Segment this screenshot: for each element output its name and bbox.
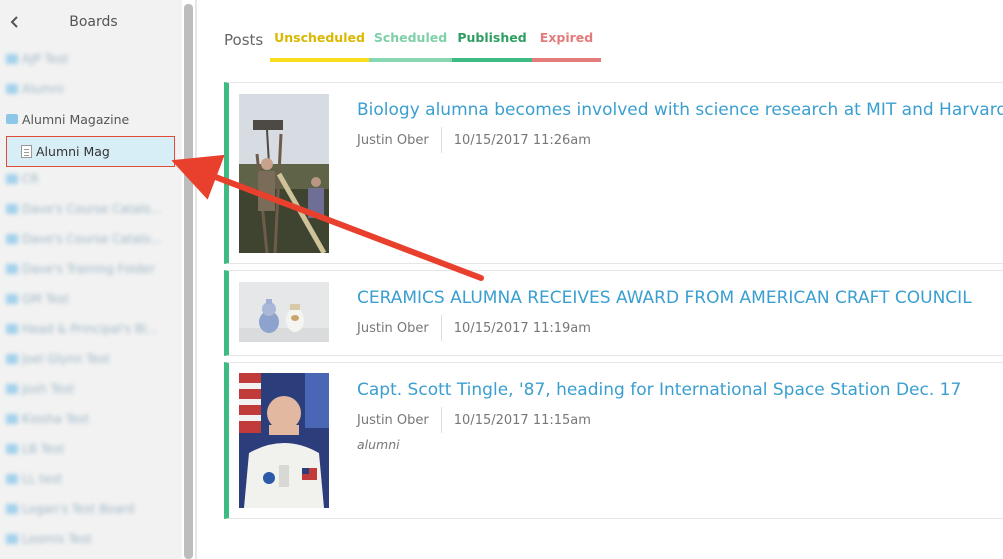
tab-underline: [452, 58, 532, 62]
tab-underline: [270, 58, 369, 62]
folder-icon: [6, 474, 18, 484]
post-datetime: 10/15/2017 11:15am: [453, 412, 591, 428]
post-meta: Justin Ober 10/15/2017 11:19am: [357, 315, 591, 341]
board-item[interactable]: Dave's Course Catalo...: [6, 199, 162, 219]
board-item[interactable]: Dave's Training Folder: [6, 259, 155, 279]
board-label: Dave's Course Catalo...: [22, 232, 162, 246]
post-thumbnail[interactable]: [239, 282, 329, 342]
post-title-link[interactable]: Capt. Scott Tingle, '87, heading for Int…: [357, 380, 961, 400]
sidebar-header: Boards: [0, 0, 182, 44]
post-author: Justin Ober: [357, 320, 429, 336]
board-item-alumni-magazine[interactable]: Alumni Magazine: [6, 109, 129, 129]
post-tag: alumni: [357, 437, 400, 452]
board-label: GM Test: [22, 292, 70, 306]
folder-icon: [6, 324, 18, 334]
tab-published[interactable]: Published: [452, 20, 532, 62]
board-label: Joel Glynn Test: [22, 352, 110, 366]
board-label: LB Test: [22, 442, 65, 456]
post-thumbnail[interactable]: [239, 94, 329, 253]
boards-sidebar: Boards AJP Test Alumni Alumni Magazine A…: [0, 0, 182, 559]
board-item[interactable]: Alumni: [6, 79, 64, 99]
board-item[interactable]: Logan's Test Board: [6, 499, 134, 519]
board-item[interactable]: Dave's Course Catalo...: [6, 229, 162, 249]
meta-separator: [440, 407, 442, 433]
board-label: Loomis Test: [22, 532, 92, 546]
folder-icon: [6, 384, 18, 394]
board-label: Kiosha Test: [22, 412, 90, 426]
post-author: Justin Ober: [357, 412, 429, 428]
board-item[interactable]: AJP Test: [6, 49, 68, 69]
post-datetime: 10/15/2017 11:26am: [453, 132, 591, 148]
board-label: Logan's Test Board: [22, 502, 135, 516]
folder-icon: [6, 264, 18, 274]
post-meta: Justin Ober 10/15/2017 11:15am: [357, 407, 591, 433]
folder-icon: [6, 414, 18, 424]
post-thumbnail[interactable]: [239, 373, 329, 508]
tab-underline: [369, 58, 452, 62]
board-label: Alumni Magazine: [22, 111, 130, 127]
tab-label: Published: [457, 30, 527, 45]
folder-icon: [6, 534, 18, 544]
tab-unscheduled[interactable]: Unscheduled: [270, 20, 369, 62]
tab-underline: [532, 58, 601, 62]
document-icon: [21, 145, 32, 158]
folder-icon: [6, 444, 18, 454]
board-item[interactable]: Loomis Test: [6, 529, 92, 549]
folder-icon: [6, 234, 18, 244]
post-datetime: 10/15/2017 11:19am: [453, 320, 591, 336]
board-label: Alumni: [22, 82, 64, 96]
sidebar-divider: [195, 0, 197, 559]
meta-separator: [440, 127, 442, 153]
sidebar-scrollbar[interactable]: [184, 4, 193, 559]
board-item[interactable]: CR: [6, 169, 39, 189]
board-label: Alumni Mag: [36, 144, 110, 159]
folder-icon: [6, 204, 18, 214]
post-card[interactable]: Capt. Scott Tingle, '87, heading for Int…: [224, 362, 1003, 519]
board-item[interactable]: Josh Test: [6, 379, 74, 399]
board-item[interactable]: LB Test: [6, 439, 64, 459]
post-author: Justin Ober: [357, 132, 429, 148]
post-card[interactable]: Biology alumna becomes involved with sci…: [224, 82, 1003, 264]
board-item[interactable]: Head & Principal's Bl...: [6, 319, 158, 339]
folder-icon: [6, 174, 18, 184]
board-item[interactable]: Kiosha Test: [6, 409, 89, 429]
board-label: Dave's Training Folder: [22, 262, 155, 276]
main-content: Posts Unscheduled Scheduled Published Ex…: [198, 0, 1003, 559]
posts-label: Posts: [224, 31, 264, 49]
folder-icon: [6, 54, 18, 64]
tab-scheduled[interactable]: Scheduled: [369, 20, 452, 62]
ceramics-photo-image: [239, 282, 329, 342]
board-label: Josh Test: [22, 382, 75, 396]
post-meta: Justin Ober 10/15/2017 11:26am: [357, 127, 591, 153]
tab-label: Unscheduled: [274, 30, 365, 45]
board-item[interactable]: Joel Glynn Test: [6, 349, 110, 369]
folder-icon: [6, 504, 18, 514]
tab-label: Scheduled: [373, 30, 448, 45]
post-title-link[interactable]: Biology alumna becomes involved with sci…: [357, 100, 1003, 120]
meta-separator: [440, 315, 442, 341]
board-label: LL test: [22, 472, 63, 486]
board-label: CR: [22, 172, 39, 186]
folder-icon: [6, 84, 18, 94]
folder-open-icon: [6, 114, 18, 124]
folder-icon: [6, 294, 18, 304]
board-item[interactable]: LL test: [6, 469, 62, 489]
sidebar-title: Boards: [69, 14, 118, 30]
board-item-alumni-mag-selected[interactable]: Alumni Mag: [6, 136, 175, 167]
tab-expired[interactable]: Expired: [532, 20, 601, 62]
folder-icon: [6, 354, 18, 364]
post-card[interactable]: CERAMICS ALUMNA RECEIVES AWARD FROM AMER…: [224, 270, 1003, 356]
post-title-link[interactable]: CERAMICS ALUMNA RECEIVES AWARD FROM AMER…: [357, 288, 972, 308]
board-label: Dave's Course Catalo...: [22, 202, 162, 216]
board-label: Head & Principal's Bl...: [22, 322, 158, 336]
board-item[interactable]: GM Test: [6, 289, 69, 309]
tab-label: Expired: [539, 30, 594, 45]
astronaut-photo-image: [239, 373, 329, 508]
field-photo-image: [239, 94, 329, 253]
board-label: AJP Test: [22, 52, 69, 66]
